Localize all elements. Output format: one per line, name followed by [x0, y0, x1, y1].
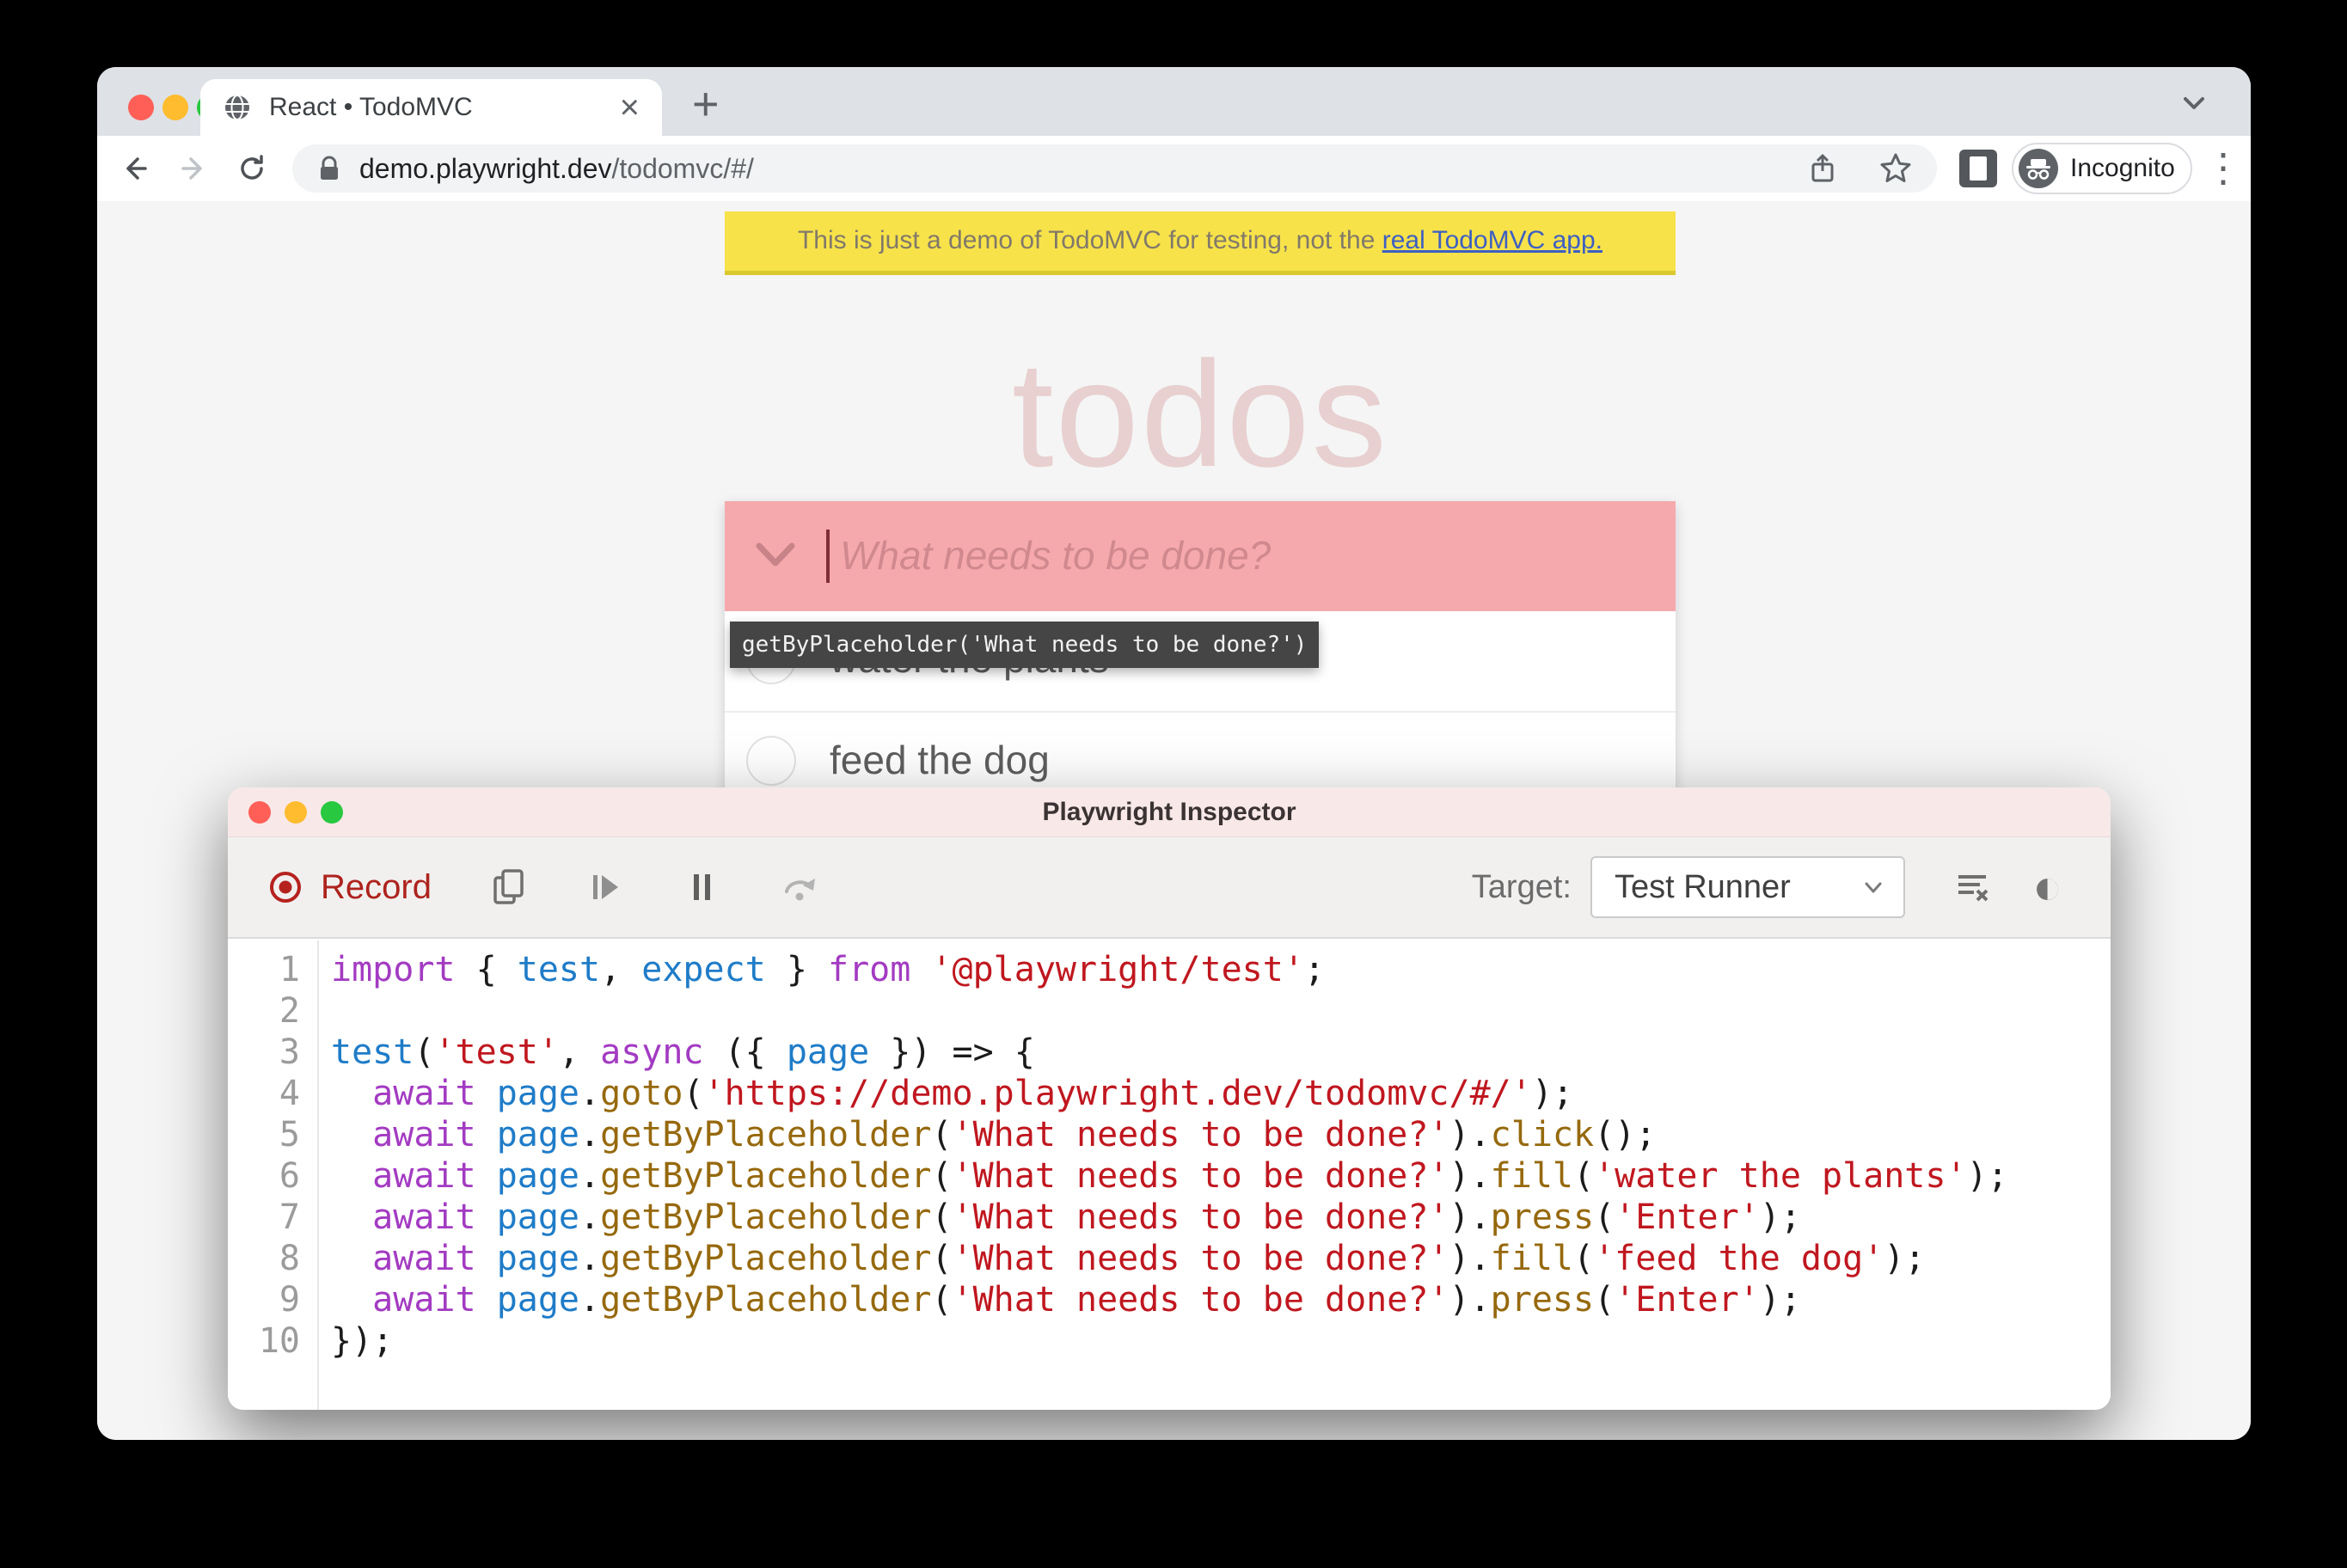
lock-icon	[315, 152, 344, 185]
theme-contrast-icon[interactable]: ◐	[2032, 862, 2062, 912]
code-line: 4 await page.goto('https://demo.playwrig…	[228, 1073, 2111, 1114]
code-lines: 1 import { test, expect } from '@playwrig…	[228, 949, 2111, 1362]
todo-label: feed the dog	[830, 738, 1050, 782]
tab-close-icon[interactable]: ×	[620, 90, 640, 125]
incognito-icon	[2019, 149, 2058, 188]
line-number: 6	[279, 1156, 300, 1196]
reload-button[interactable]	[233, 150, 271, 187]
search-tabs-chevron-icon[interactable]	[2177, 86, 2211, 120]
page-title: todos	[1011, 331, 1389, 499]
playwright-locator-tooltip: getByPlaceholder('What needs to be done?…	[730, 622, 1320, 668]
address-bar[interactable]: demo.playwright.dev/todomvc/#/	[292, 144, 1937, 193]
chevron-down-icon	[1859, 873, 1888, 902]
code-line: 1 import { test, expect } from '@playwrig…	[228, 949, 2111, 990]
code-line: 2	[228, 990, 2111, 1032]
record-label: Record	[321, 867, 432, 906]
gutter-separator	[317, 940, 319, 1410]
close-window-button[interactable]	[128, 95, 154, 120]
url-host: demo.playwright.dev	[359, 152, 612, 184]
banner-text: This is just a demo of TodoMVC for testi…	[797, 226, 1382, 254]
banner-link[interactable]: real TodoMVC app.	[1382, 226, 1602, 254]
code-text: await page.getByPlaceholder('What needs …	[372, 1115, 1657, 1155]
share-icon[interactable]	[1805, 150, 1841, 187]
side-panel-icon[interactable]	[1959, 150, 1997, 187]
tab-react-todomvc[interactable]: React • TodoMVC ×	[200, 79, 662, 136]
incognito-label: Incognito	[2070, 154, 2175, 182]
new-todo-placeholder: What needs to be done?	[840, 533, 1272, 578]
line-number: 7	[279, 1197, 300, 1237]
target-group: Target: Test Runner ◐	[1472, 856, 2062, 918]
record-button[interactable]: Record	[266, 867, 432, 907]
code-text: import { test, expect } from '@playwrigh…	[331, 950, 1325, 989]
new-tab-button[interactable]: +	[692, 77, 720, 131]
code-text: await page.getByPlaceholder('What needs …	[372, 1239, 1926, 1278]
line-number: 2	[279, 991, 300, 1031]
toggle-all-chevron-icon[interactable]	[751, 539, 800, 573]
target-value: Test Runner	[1614, 868, 1791, 905]
playwright-inspector-window: Playwright Inspector Record Target: Test…	[228, 787, 2111, 1410]
line-number: 4	[279, 1074, 300, 1113]
target-label: Target:	[1471, 868, 1572, 905]
line-number: 8	[279, 1239, 300, 1278]
new-todo-input[interactable]: What needs to be done?	[725, 501, 1676, 611]
bookmark-star-icon[interactable]	[1877, 150, 1915, 187]
demo-banner: This is just a demo of TodoMVC for testi…	[725, 211, 1676, 275]
pause-icon[interactable]	[683, 867, 722, 907]
text-cursor	[826, 530, 830, 583]
browser-tab-bar: React • TodoMVC × +	[97, 67, 2251, 136]
record-icon	[270, 872, 301, 903]
step-over-icon[interactable]	[779, 867, 822, 907]
code-line: 8 await page.getByPlaceholder('What need…	[228, 1238, 2111, 1279]
url-path: /todomvc/#/	[611, 152, 754, 184]
line-number: 5	[279, 1115, 300, 1155]
clear-log-icon[interactable]	[1952, 867, 1993, 907]
code-text: await page.getByPlaceholder('What needs …	[372, 1280, 1801, 1320]
back-button[interactable]	[116, 150, 154, 187]
minimize-window-button[interactable]	[285, 801, 307, 824]
inspector-title: Playwright Inspector	[1042, 798, 1296, 826]
code-text: await page.getByPlaceholder('What needs …	[372, 1197, 1801, 1237]
tab-title: React • TodoMVC	[269, 93, 473, 121]
copy-icon[interactable]	[488, 865, 530, 910]
line-number: 10	[258, 1321, 300, 1361]
code-line: 9 await page.getByPlaceholder('What need…	[228, 1279, 2111, 1320]
code-text: await page.getByPlaceholder('What needs …	[372, 1156, 2008, 1196]
zoom-window-button[interactable]	[321, 801, 343, 824]
inspector-code-panel: 1 import { test, expect } from '@playwrig…	[228, 940, 2111, 1410]
close-window-button[interactable]	[248, 801, 271, 824]
code-line: 6 await page.getByPlaceholder('What need…	[228, 1155, 2111, 1197]
code-line: 7 await page.getByPlaceholder('What need…	[228, 1197, 2111, 1238]
browser-menu-kebab-icon[interactable]: ⋮	[2203, 144, 2243, 191]
code-text: await page.goto('https://demo.playwright…	[372, 1074, 1573, 1113]
inspector-title-bar: Playwright Inspector	[228, 787, 2111, 837]
line-number: 1	[279, 950, 300, 989]
code-line: 3 test('test', async ({ page }) => {	[228, 1032, 2111, 1073]
inspector-toolbar: Record Target: Test Runner ◐	[228, 837, 2111, 939]
browser-toolbar: demo.playwright.dev/todomvc/#/ Incognito…	[97, 136, 2251, 201]
forward-button[interactable]	[175, 150, 212, 187]
code-text: });	[331, 1321, 394, 1361]
globe-favicon-icon	[223, 93, 252, 122]
code-line: 5 await page.getByPlaceholder('What need…	[228, 1114, 2111, 1155]
incognito-badge: Incognito	[2012, 143, 2192, 194]
todo-checkbox[interactable]	[746, 736, 796, 786]
code-line: 10});	[228, 1320, 2111, 1362]
minimize-window-button[interactable]	[162, 95, 188, 120]
line-number: 3	[279, 1032, 300, 1072]
target-select[interactable]: Test Runner	[1590, 856, 1905, 918]
resume-icon[interactable]	[586, 867, 626, 907]
code-text: test('test', async ({ page }) => {	[331, 1032, 1035, 1072]
line-number: 9	[279, 1280, 300, 1320]
